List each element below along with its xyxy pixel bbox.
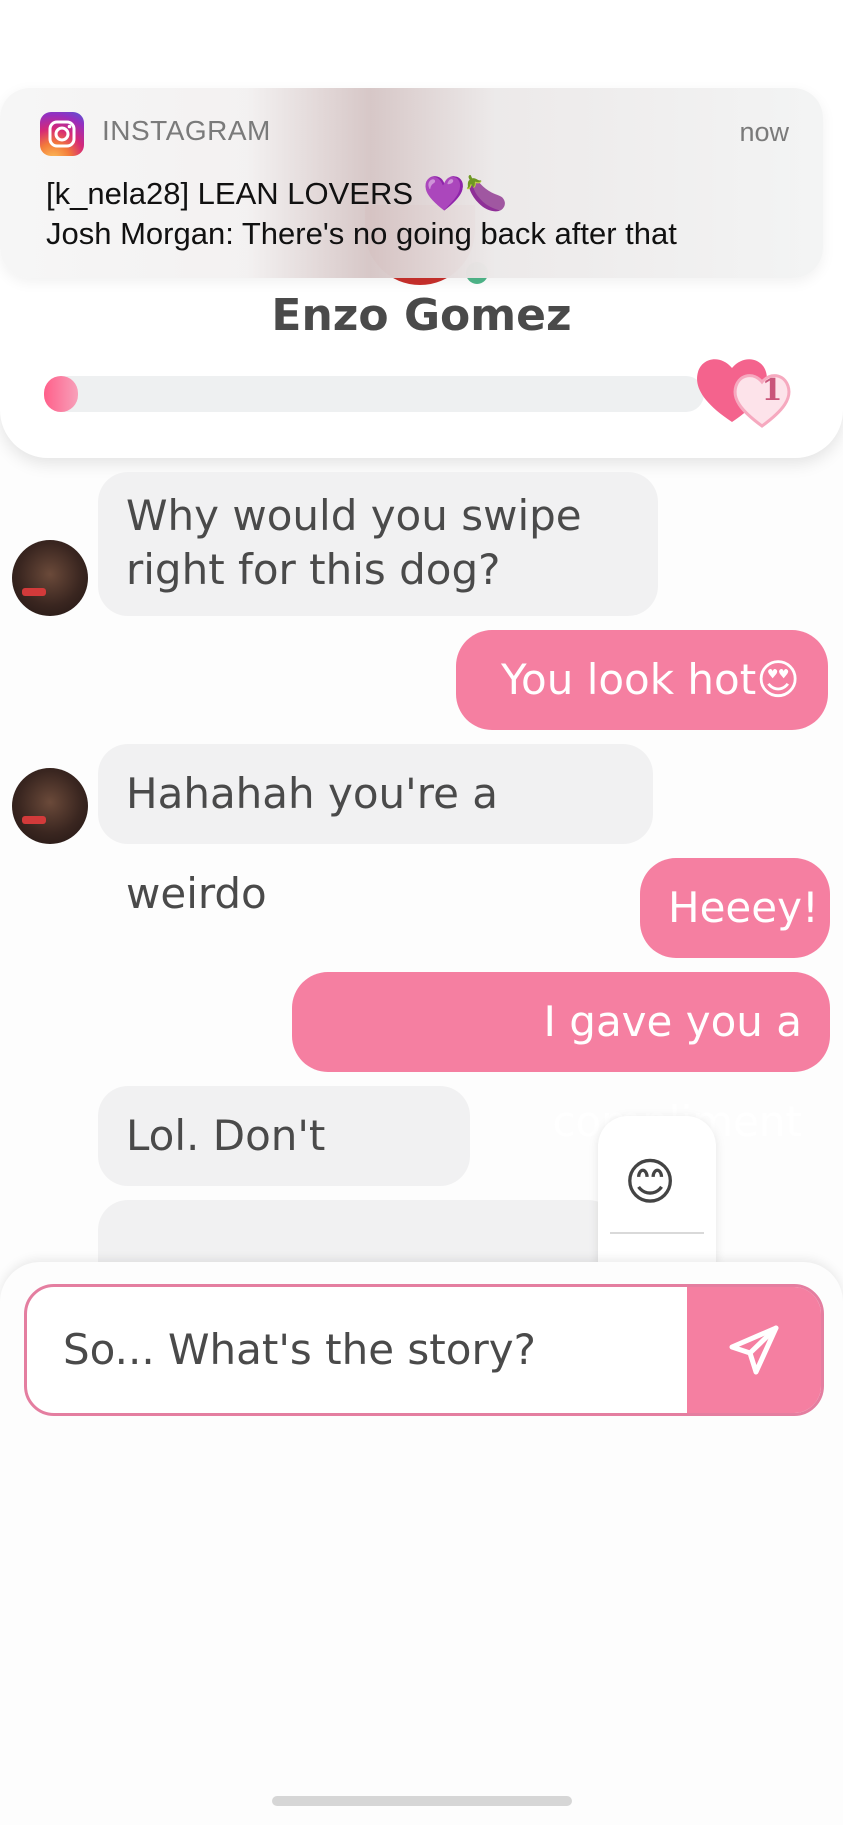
message-text-line: Why would you swipe [126,491,582,540]
message-bubble-outgoing: Heeey! [640,858,830,958]
match-progress-fill [44,376,78,412]
paper-plane-icon [729,1325,779,1375]
message-bubble-incoming: Hahahah you're a weirdo [98,744,653,918]
message-bubble-incoming: Why would you swipe right for this dog? [98,472,658,616]
message-text-line: right for this dog? [126,545,501,594]
notification-title: [k_nela28] LEAN LOVERS 💜🍆 [46,174,508,214]
message-bubble-incoming: Lol. Don't worry [98,1086,470,1260]
notification-title-emojis: 💜🍆 [423,175,508,213]
message-bubble-outgoing: You look hot😍 [456,630,828,730]
notification-body: Josh Morgan: There's no going back after… [46,216,677,251]
instagram-icon [40,112,84,156]
smile-emoji-reaction[interactable]: 😊 [624,1152,676,1212]
home-indicator[interactable] [272,1796,572,1806]
send-button[interactable] [687,1287,821,1413]
hearts-count: 1 [761,373,783,408]
contact-name[interactable]: Enzo Gomez [0,290,843,341]
reaction-divider [610,1232,704,1234]
message-input-placeholder[interactable]: So... What's the story? [63,1287,536,1413]
notification-title-text: [k_nela28] LEAN LOVERS [46,176,414,211]
sender-avatar[interactable] [12,768,88,844]
message-input[interactable]: So... What's the story? [24,1284,824,1416]
message-bubble-outgoing: I gave you a compliment [292,972,830,1146]
sender-avatar[interactable] [12,540,88,616]
notification-time: now [739,117,789,147]
notification-app-name: INSTAGRAM [102,115,271,146]
match-progress-track [44,376,704,412]
